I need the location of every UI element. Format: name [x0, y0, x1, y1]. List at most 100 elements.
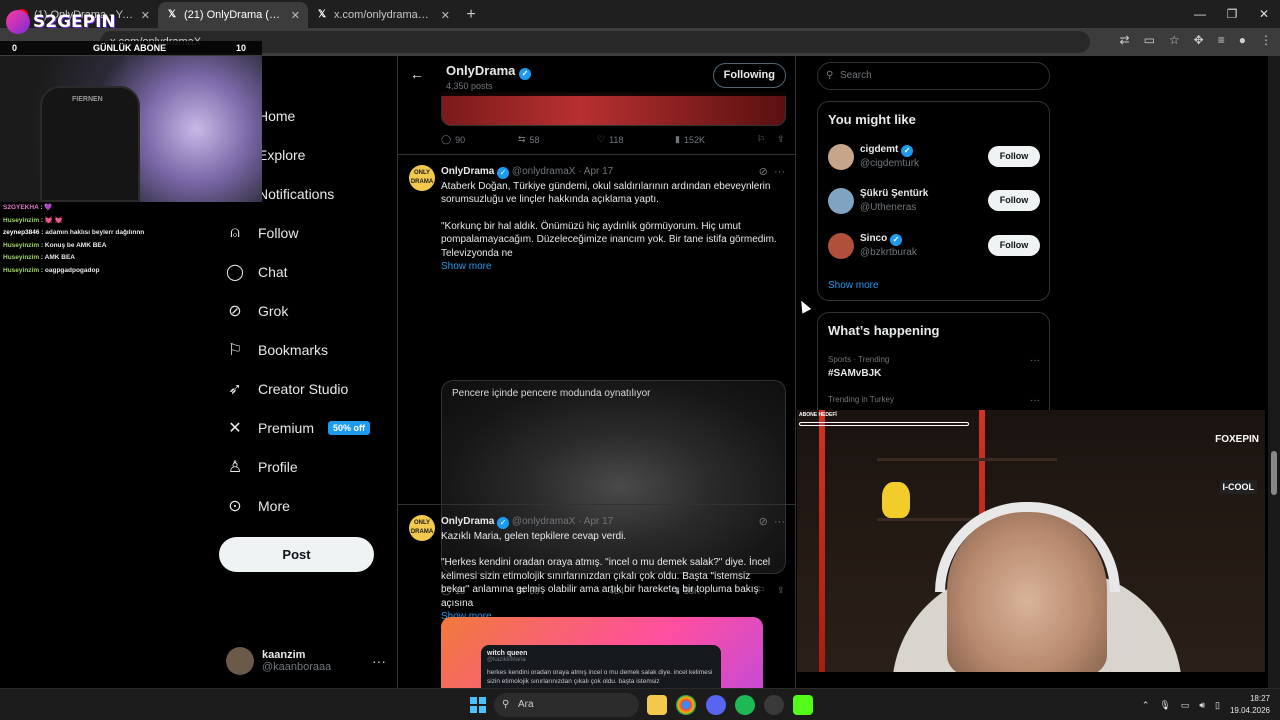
share-icon[interactable]: ⇪ — [777, 134, 785, 145]
follow-button[interactable]: Follow — [988, 235, 1040, 256]
file-explorer-icon[interactable] — [647, 695, 667, 715]
nav-item-premium[interactable]: ✕ Premium 50% off — [218, 408, 396, 447]
new-tab-button[interactable]: + — [458, 2, 484, 28]
chat-text: adamın haklısı beylerr dağılınnn — [45, 229, 145, 236]
nav-item-more[interactable]: ⊙ More — [218, 486, 396, 525]
chevron-up-icon[interactable]: ⌃ — [1142, 700, 1150, 711]
author-name[interactable]: OnlyDrama — [441, 516, 494, 527]
close-tab-icon[interactable]: ✕ — [291, 9, 300, 22]
post-button[interactable]: Post — [219, 537, 374, 572]
nav-item-grok[interactable]: ⊘ Grok — [218, 291, 396, 330]
steam-icon[interactable] — [764, 695, 784, 715]
avatar — [226, 647, 254, 675]
avatar[interactable]: ONLY DRAMA — [409, 165, 435, 191]
chat-icon: ◯ — [226, 263, 244, 281]
nav-item-chat[interactable]: ◯ Chat — [218, 252, 396, 291]
suggestion-name-text: cigdemt — [860, 144, 899, 155]
more-icon[interactable]: ··· — [774, 166, 785, 178]
following-button[interactable]: Following — [712, 63, 786, 88]
minimize-icon[interactable]: — — [1184, 0, 1216, 28]
nav-item-profile[interactable]: ♙ Profile — [218, 447, 396, 486]
author-handle[interactable]: @onlydramaX — [512, 166, 576, 177]
more-icon[interactable]: ··· — [372, 653, 386, 669]
reply-button[interactable]: ◯ 90 — [441, 134, 518, 145]
follow-button[interactable]: Follow — [988, 190, 1040, 211]
more-icon[interactable]: ··· — [1030, 395, 1040, 406]
avatar[interactable] — [828, 144, 854, 170]
window-controls: — ❐ ✕ — [1184, 0, 1280, 28]
show-more-link[interactable]: Show more — [828, 280, 879, 291]
nav-label: Creator Studio — [258, 380, 349, 397]
follow-button[interactable]: Follow — [988, 146, 1040, 167]
tweet-menu[interactable]: ⊘ ··· — [759, 515, 785, 528]
microphone-icon[interactable]: 🎙︎ — [1159, 700, 1170, 711]
kick-icon[interactable] — [793, 695, 813, 715]
show-more-link[interactable]: Show more — [441, 260, 781, 273]
browser-tab-x-profile[interactable]: 𝕏 (21) OnlyDrama (@onlydramaX) / X ✕ — [158, 2, 308, 28]
close-window-icon[interactable]: ✕ — [1248, 0, 1280, 28]
tweet[interactable]: ONLY DRAMA OnlyDrama ✓ @onlydramaX · Apr… — [398, 154, 795, 596]
tweet[interactable]: ONLY DRAMA OnlyDrama ✓ @onlydramaX · Apr… — [398, 504, 795, 688]
suggestion-item[interactable]: Şükrü Şentürk @Utheneras Follow — [828, 186, 1040, 220]
gaming-chair: FIERNEN — [40, 86, 140, 202]
chart-icon: ▮ — [675, 134, 680, 144]
volume-icon[interactable]: 🔊︎ — [1199, 700, 1205, 711]
suggestion-item[interactable]: cigdemt ✓ @cigdemturk Follow — [828, 142, 1040, 176]
verified-icon: ✓ — [497, 167, 510, 179]
grok-icon[interactable]: ⊘ — [759, 516, 768, 528]
windows-start-icon[interactable] — [470, 697, 486, 713]
spotify-icon[interactable] — [735, 695, 755, 715]
nav-item-bookmarks[interactable]: ⚐ Bookmarks — [218, 330, 396, 369]
taskbar-search[interactable]: ⚲ Ara — [494, 693, 639, 717]
search-input[interactable]: ⚲ Search — [817, 62, 1050, 90]
chat-username: zeynep3846 — [3, 229, 40, 236]
avatar[interactable] — [828, 188, 854, 214]
grok-icon[interactable]: ⊘ — [759, 166, 768, 178]
nav-item-follow[interactable]: ⍝ Follow — [218, 213, 396, 252]
extensions-icon[interactable]: ✥ — [1194, 33, 1204, 47]
trend-item[interactable]: Trending in Turkey ··· — [828, 395, 1040, 406]
page-scrollbar[interactable] — [1268, 56, 1280, 688]
more-icon[interactable]: ··· — [774, 516, 785, 528]
close-tab-icon[interactable]: ✕ — [141, 9, 150, 22]
kebab-menu-icon[interactable]: ⋮ — [1260, 33, 1272, 47]
tweet-paragraph: "Herkes kendini oradan oraya atmış. "inc… — [441, 557, 771, 609]
nav-item-creator-studio[interactable]: ➶ Creator Studio — [218, 369, 396, 408]
battery-icon[interactable]: ▯ — [1215, 700, 1220, 711]
close-tab-icon[interactable]: ✕ — [441, 9, 450, 22]
star-icon[interactable]: ☆ — [1169, 33, 1180, 47]
clock[interactable]: 18:27 19.04.2026 — [1230, 693, 1270, 717]
sub-goal-label: ABONE HEDEFİ — [799, 412, 837, 418]
suggestion-item[interactable]: Sinco ✓ @bzkrtburak Follow — [828, 231, 1040, 265]
repost-button[interactable]: ⇆ 58 — [518, 134, 597, 145]
like-button[interactable]: ♡ 118 — [597, 134, 675, 145]
trend-item[interactable]: Sports · Trending #SAMvBJK ··· — [828, 355, 1040, 379]
tweet-image[interactable]: witch queen @kazikliiMaria herkes kendin… — [441, 617, 763, 688]
discord-icon[interactable] — [706, 695, 726, 715]
account-switcher[interactable]: kaanzim @kaanboraaa ··· — [226, 641, 386, 681]
back-arrow-icon[interactable]: ← — [410, 66, 424, 82]
verified-icon: ✓ — [901, 145, 914, 157]
network-icon[interactable]: ▭ — [1181, 700, 1190, 711]
tweet-menu[interactable]: ⊘ ··· — [759, 165, 785, 178]
avatar[interactable]: ONLY DRAMA — [409, 515, 435, 541]
chrome-icon[interactable] — [676, 695, 696, 715]
author-handle[interactable]: @onlydramaX — [512, 516, 576, 527]
tweet-date[interactable]: Apr 17 — [584, 166, 613, 177]
maximize-icon[interactable]: ❐ — [1216, 0, 1248, 28]
logo-icon — [6, 10, 30, 34]
nav-label: Profile — [258, 458, 298, 475]
previous-post-media[interactable] — [441, 92, 786, 126]
views-button[interactable]: ▮ 152K — [675, 134, 757, 145]
scrollbar-thumb[interactable] — [1271, 451, 1277, 495]
menu-list-icon[interactable]: ≡ — [1218, 33, 1225, 47]
cast-icon[interactable]: ▭ — [1144, 33, 1155, 47]
tweet-date[interactable]: Apr 17 — [584, 516, 613, 527]
author-name[interactable]: OnlyDrama — [441, 166, 494, 177]
more-icon[interactable]: ··· — [1030, 355, 1040, 366]
translate-icon[interactable]: ⇄ — [1120, 33, 1130, 47]
profile-icon[interactable]: ● — [1239, 33, 1246, 47]
avatar[interactable] — [828, 233, 854, 259]
bookmark-icon[interactable]: ⚐ — [757, 134, 777, 145]
browser-tab-x-status[interactable]: 𝕏 x.com/onlydramaX/status/2045... ✕ — [308, 2, 458, 28]
